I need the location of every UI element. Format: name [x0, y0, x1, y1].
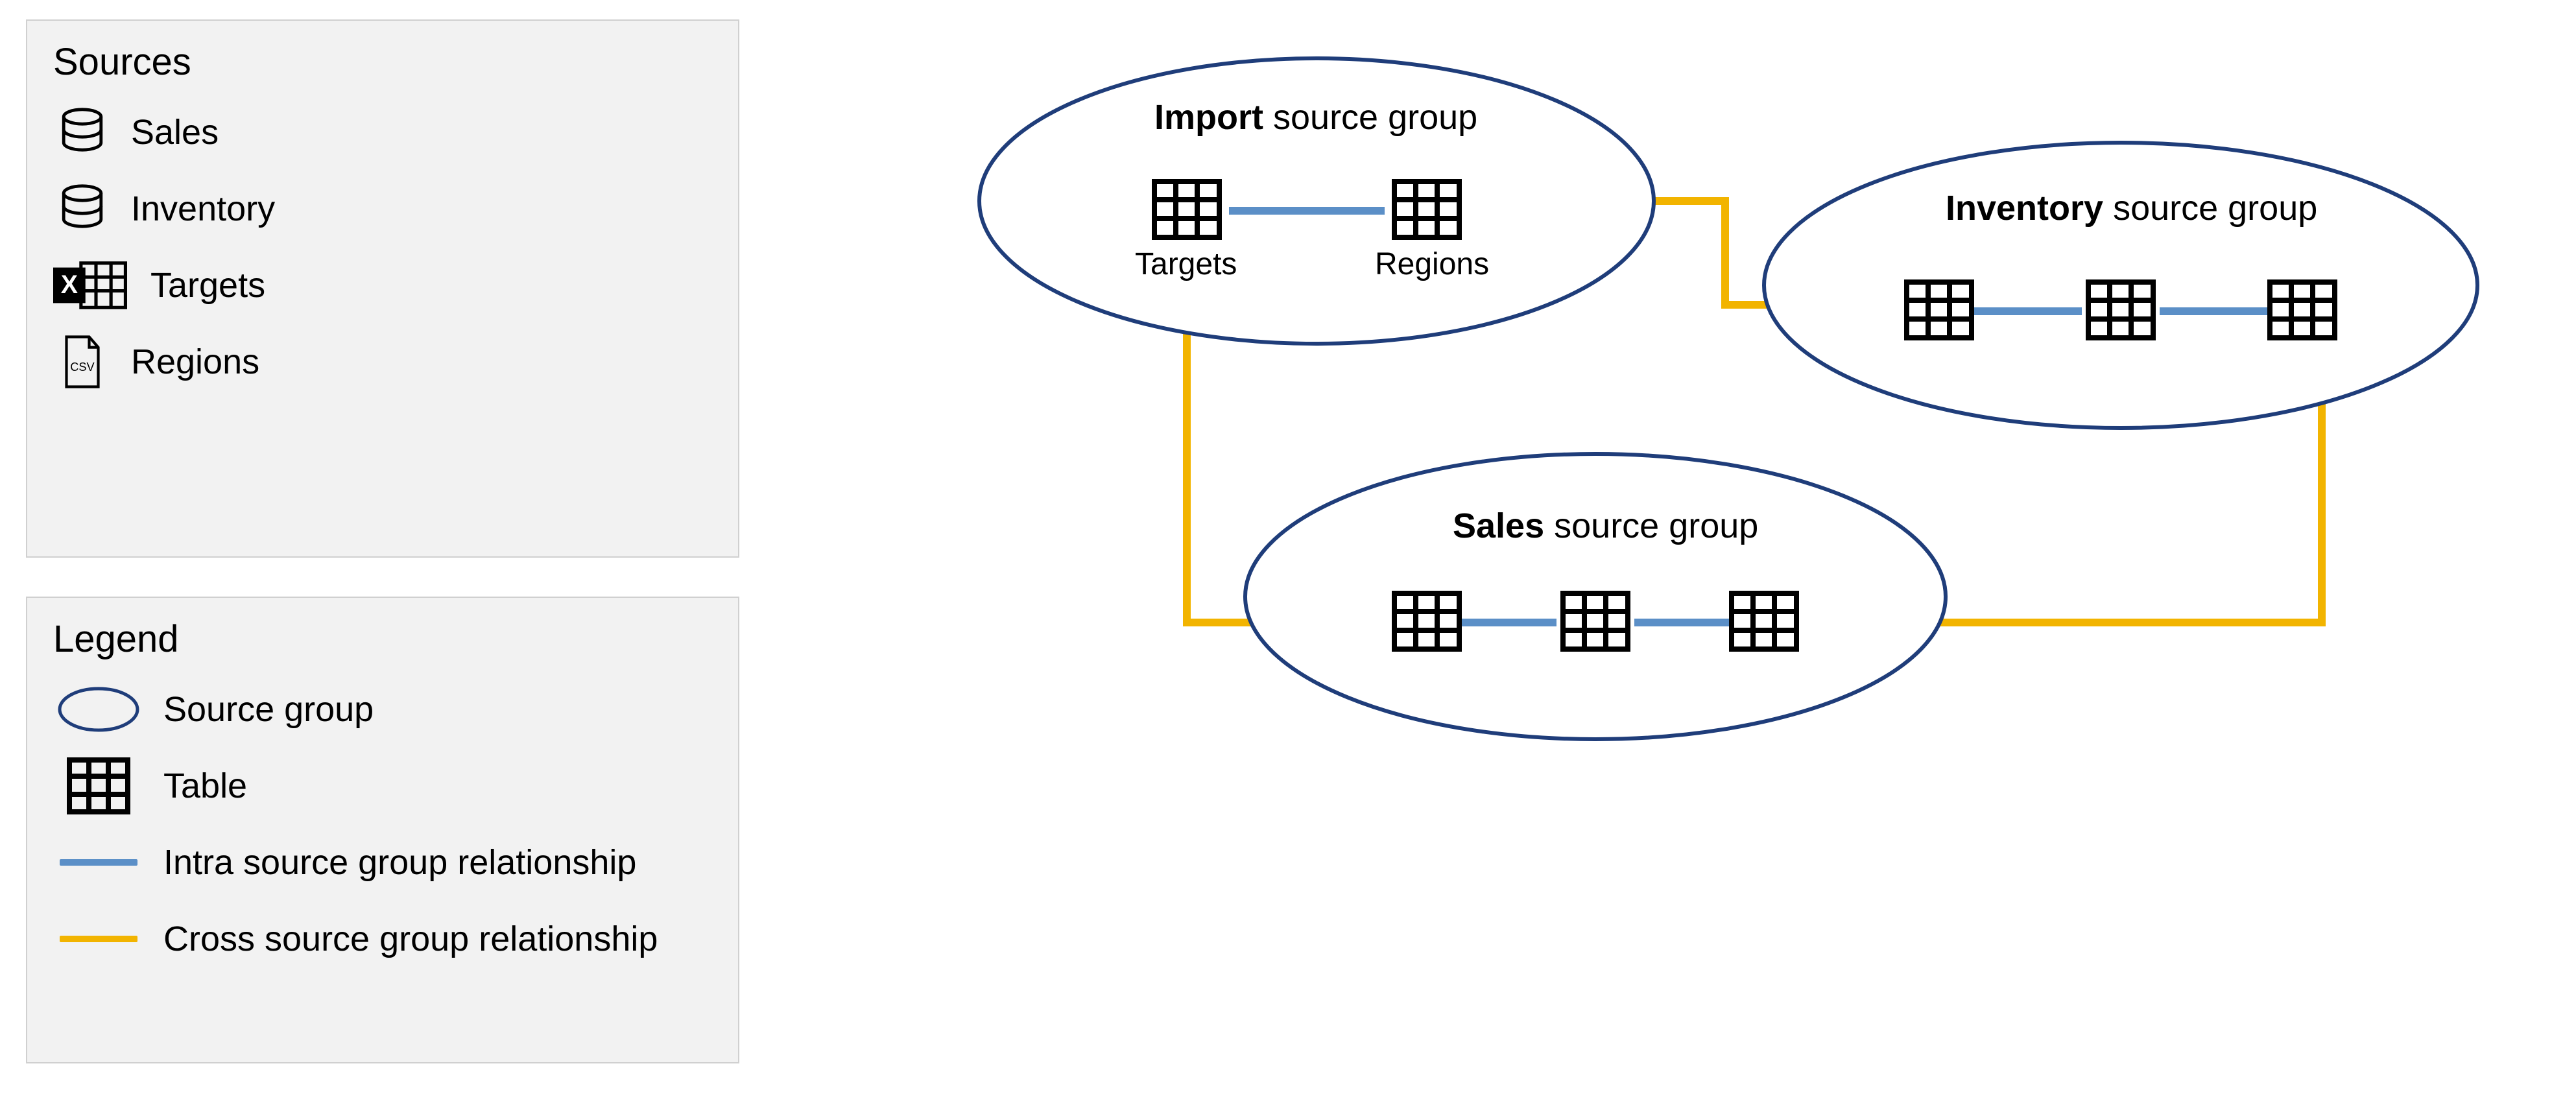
- source-item-sales: Sales: [53, 103, 712, 161]
- source-label: Targets: [150, 265, 265, 305]
- legend-label: Table: [163, 766, 247, 806]
- source-item-targets: X Targets: [53, 256, 712, 314]
- table-label-regions: Regions: [1375, 246, 1489, 282]
- sales-group-label: Sales source group: [1453, 506, 1758, 546]
- ellipse-icon: [53, 680, 144, 739]
- source-item-regions: CSV Regions: [53, 333, 712, 391]
- table-icon: [1394, 182, 1459, 237]
- legend-label: Source group: [163, 689, 374, 729]
- import-group-label: Import source group: [1154, 97, 1477, 137]
- sources-panel: Sources Sales Inventory: [26, 19, 739, 558]
- legend-item-source-group: Source group: [53, 680, 712, 739]
- svg-text:X: X: [61, 270, 78, 299]
- legend-label: Intra source group relationship: [163, 842, 636, 883]
- table-icon: [1154, 182, 1219, 237]
- source-item-inventory: Inventory: [53, 180, 712, 238]
- database-icon: [53, 180, 112, 238]
- legend-label: Cross source group relationship: [163, 919, 658, 959]
- source-label: Regions: [131, 342, 259, 382]
- table-icon: [1907, 282, 1972, 338]
- legend-item-cross: Cross source group relationship: [53, 910, 712, 968]
- database-icon: [53, 103, 112, 161]
- excel-icon: X: [53, 256, 131, 314]
- legend-title: Legend: [53, 617, 712, 661]
- source-label: Inventory: [131, 189, 275, 229]
- intra-line-icon: [53, 833, 144, 892]
- table-icon: [53, 757, 144, 815]
- inventory-group-label: Inventory source group: [1946, 188, 2317, 228]
- table-icon: [1394, 593, 1459, 649]
- sources-title: Sources: [53, 40, 712, 84]
- cross-line-icon: [53, 910, 144, 968]
- table-icon: [2270, 282, 2335, 338]
- table-label-targets: Targets: [1135, 246, 1237, 282]
- table-icon: [1563, 593, 1628, 649]
- legend-item-intra: Intra source group relationship: [53, 833, 712, 892]
- diagram-area: Import source group Inventory source gro…: [843, 0, 2529, 778]
- csv-file-icon: CSV: [53, 333, 112, 391]
- source-label: Sales: [131, 112, 219, 152]
- svg-text:CSV: CSV: [70, 361, 95, 374]
- table-icon: [1732, 593, 1796, 649]
- legend-item-table: Table: [53, 757, 712, 815]
- diagram-svg: [843, 0, 2529, 778]
- legend-panel: Legend Source group Table Intra source g…: [26, 597, 739, 1063]
- table-icon: [2088, 282, 2153, 338]
